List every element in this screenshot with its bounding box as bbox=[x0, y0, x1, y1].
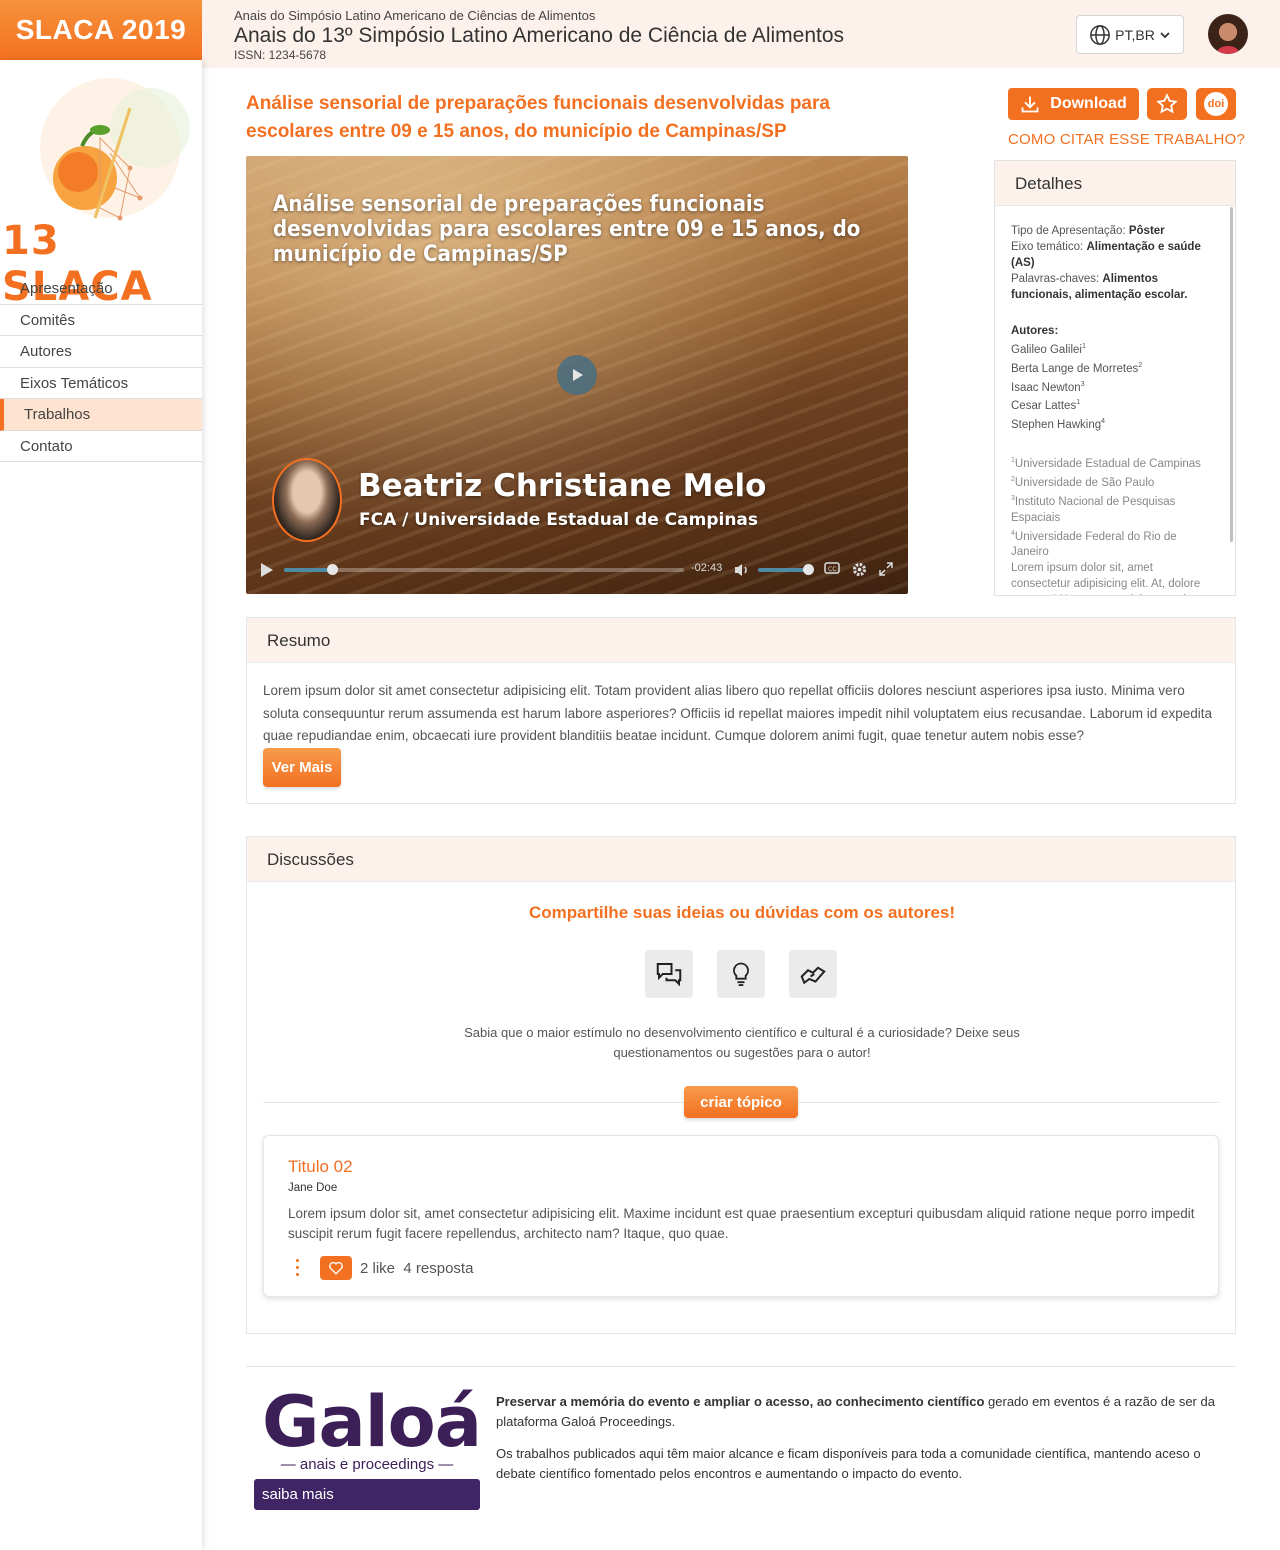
ver-mais-button[interactable]: Ver Mais bbox=[263, 748, 341, 787]
sidebar-item-autores[interactable]: Autores bbox=[0, 336, 202, 368]
favorite-button[interactable] bbox=[1147, 88, 1187, 120]
keywords-label: Palavras-chaves: bbox=[1011, 273, 1100, 285]
captions-icon[interactable]: CC bbox=[824, 562, 840, 576]
details-extra-text: Lorem ipsum dolor sit, amet consectetur … bbox=[1011, 562, 1201, 595]
video-title: Análise sensorial de preparações funcion… bbox=[273, 192, 861, 267]
cite-link[interactable]: COMO CITAR ESSE TRABALHO? bbox=[1008, 131, 1245, 148]
header-title: Anais do 13º Simpósio Latino Americano d… bbox=[234, 24, 845, 47]
lightbulb-icon[interactable] bbox=[717, 950, 765, 998]
doi-icon: doi bbox=[1204, 92, 1228, 116]
chevron-down-icon bbox=[1160, 31, 1170, 38]
footer-divider bbox=[246, 1366, 1236, 1367]
fullscreen-icon[interactable] bbox=[879, 562, 893, 576]
discussions-cta: Compartilhe suas ideias ou dúvidas com o… bbox=[528, 903, 956, 922]
handshake-icon[interactable] bbox=[789, 950, 837, 998]
discussions-heading: Discussões bbox=[247, 837, 1235, 882]
svg-text:CC: CC bbox=[828, 566, 836, 573]
download-icon bbox=[1021, 96, 1039, 113]
seek-bar[interactable] bbox=[284, 564, 684, 575]
discussions-text: Sabia que o maior estímulo no desenvolvi… bbox=[464, 1025, 1020, 1060]
details-scrollbar[interactable] bbox=[1230, 207, 1233, 542]
sidebar-item-comites[interactable]: Comitês bbox=[0, 305, 202, 336]
author-item[interactable]: Berta Lange de Morretes2 bbox=[1011, 358, 1211, 377]
user-avatar[interactable] bbox=[1208, 14, 1248, 54]
author-item[interactable]: Galileo Galilei1 bbox=[1011, 339, 1211, 358]
seek-progress bbox=[284, 568, 332, 572]
header-text: Anais do Simpósio Latino Americano de Ci… bbox=[234, 8, 844, 62]
sidebar-item-trabalhos[interactable]: Trabalhos bbox=[0, 399, 202, 431]
header-subtitle: Anais do Simpósio Latino Americano de Ci… bbox=[234, 8, 596, 23]
affiliation-item: 1Universidade Estadual de Campinas bbox=[1011, 457, 1201, 470]
more-options-icon[interactable] bbox=[296, 1259, 300, 1279]
author-item[interactable]: Cesar Lattes1 bbox=[1011, 395, 1211, 414]
resumo-text: Lorem ipsum dolor sit amet consectetur a… bbox=[263, 683, 1213, 743]
download-button[interactable]: Download bbox=[1008, 88, 1139, 120]
like-button[interactable] bbox=[320, 1256, 352, 1280]
settings-icon[interactable] bbox=[852, 562, 867, 577]
header-issn: ISSN: 1234-5678 bbox=[234, 48, 327, 62]
doi-button[interactable]: doi bbox=[1196, 88, 1236, 120]
like-count: 2 like bbox=[360, 1260, 396, 1277]
star-icon bbox=[1156, 93, 1178, 114]
language-label: PT,BR bbox=[1115, 26, 1155, 43]
top-header: SLACA 2019 Anais do Simpósio Latino Amer… bbox=[0, 0, 1280, 68]
footer-text: Preservar a memória do evento e ampliar … bbox=[496, 1392, 1221, 1496]
sidebar-item-contato[interactable]: Contato bbox=[0, 431, 202, 462]
globe-icon bbox=[1090, 24, 1111, 45]
details-body: Tipo de Apresentação: Pôster Eixo temáti… bbox=[1011, 223, 1211, 595]
galoa-logo: Galoá bbox=[262, 1381, 482, 1463]
presentation-type: Pôster bbox=[1128, 225, 1165, 237]
galoa-logo-subtitle: — anais e proceedings — bbox=[280, 1456, 454, 1473]
topic-title[interactable]: Titulo 02 bbox=[288, 1157, 353, 1177]
resumo-heading: Resumo bbox=[247, 618, 1235, 663]
axis-label: Eixo temático: bbox=[1011, 241, 1084, 253]
topic-card[interactable]: Titulo 02 Jane Doe Lorem ipsum dolor sit… bbox=[263, 1135, 1219, 1297]
affiliation-item: 3Instituto Nacional de Pesquisas Espacia… bbox=[1011, 494, 1176, 524]
video-player[interactable]: Análise sensorial de preparações funcion… bbox=[246, 156, 908, 594]
author-item[interactable]: Stephen Hawking4 bbox=[1011, 414, 1211, 433]
heart-icon bbox=[329, 1261, 343, 1275]
affiliation-item: 2Universidade de São Paulo bbox=[1011, 475, 1155, 489]
reply-count[interactable]: 4 resposta bbox=[403, 1260, 473, 1277]
chat-icon[interactable] bbox=[645, 950, 693, 998]
brand-title[interactable]: SLACA 2019 bbox=[0, 0, 202, 60]
resumo-panel: Resumo Lorem ipsum dolor sit amet consec… bbox=[246, 617, 1236, 804]
footer-p2: Os trabalhos publicados aqui têm maior a… bbox=[496, 1446, 1201, 1481]
saiba-mais-button[interactable]: saiba mais bbox=[254, 1479, 480, 1510]
topic-text: Lorem ipsum dolor sit, amet consectetur … bbox=[288, 1206, 1195, 1241]
details-heading: Detalhes bbox=[995, 161, 1235, 206]
volume-slider[interactable] bbox=[758, 564, 814, 575]
language-selector[interactable]: PT,BR bbox=[1076, 15, 1184, 54]
author-item[interactable]: Isaac Newton3 bbox=[1011, 377, 1211, 396]
time-remaining: -02:43 bbox=[691, 562, 723, 574]
work-title: Análise sensorial de preparações funcion… bbox=[246, 93, 830, 142]
download-label: Download bbox=[1050, 95, 1127, 112]
seek-handle[interactable] bbox=[327, 564, 338, 575]
discussions-panel: Discussões Compartilhe suas ideias ou dú… bbox=[246, 836, 1236, 1334]
footer-bold: Preservar a memória do evento e ampliar … bbox=[496, 1394, 985, 1409]
details-panel: Detalhes Tipo de Apresentação: Pôster Ei… bbox=[994, 160, 1236, 596]
presenter-name: Beatriz Christiane Melo bbox=[358, 468, 767, 504]
presenter-photo bbox=[272, 458, 342, 542]
sidebar-item-eixos-tematicos[interactable]: Eixos Temáticos bbox=[0, 368, 202, 399]
topic-meta: 2 like 4 resposta bbox=[360, 1260, 473, 1277]
video-controls: -02:43 CC bbox=[246, 554, 908, 594]
volume-icon[interactable] bbox=[734, 563, 750, 577]
topic-author: Jane Doe bbox=[288, 1182, 338, 1194]
presentation-type-label: Tipo de Apresentação: bbox=[1011, 225, 1126, 237]
affiliation-item: 4Universidade Federal do Rio de Janeiro bbox=[1011, 529, 1177, 559]
presenter-affiliation: FCA / Universidade Estadual de Campinas bbox=[359, 510, 759, 530]
sidebar-item-apresentacao[interactable]: Apresentação bbox=[0, 273, 202, 305]
sidebar: 13 SLACA Apresentação Comitês Autores Ei… bbox=[0, 60, 202, 1550]
play-icon bbox=[573, 369, 583, 381]
play-button[interactable] bbox=[557, 355, 597, 395]
sidebar-nav: Apresentação Comitês Autores Eixos Temát… bbox=[0, 273, 202, 462]
create-topic-button[interactable]: criar tópico bbox=[684, 1086, 798, 1118]
play-small-icon[interactable] bbox=[260, 562, 274, 578]
volume-handle[interactable] bbox=[803, 564, 814, 575]
authors-label: Autores: bbox=[1011, 325, 1059, 337]
